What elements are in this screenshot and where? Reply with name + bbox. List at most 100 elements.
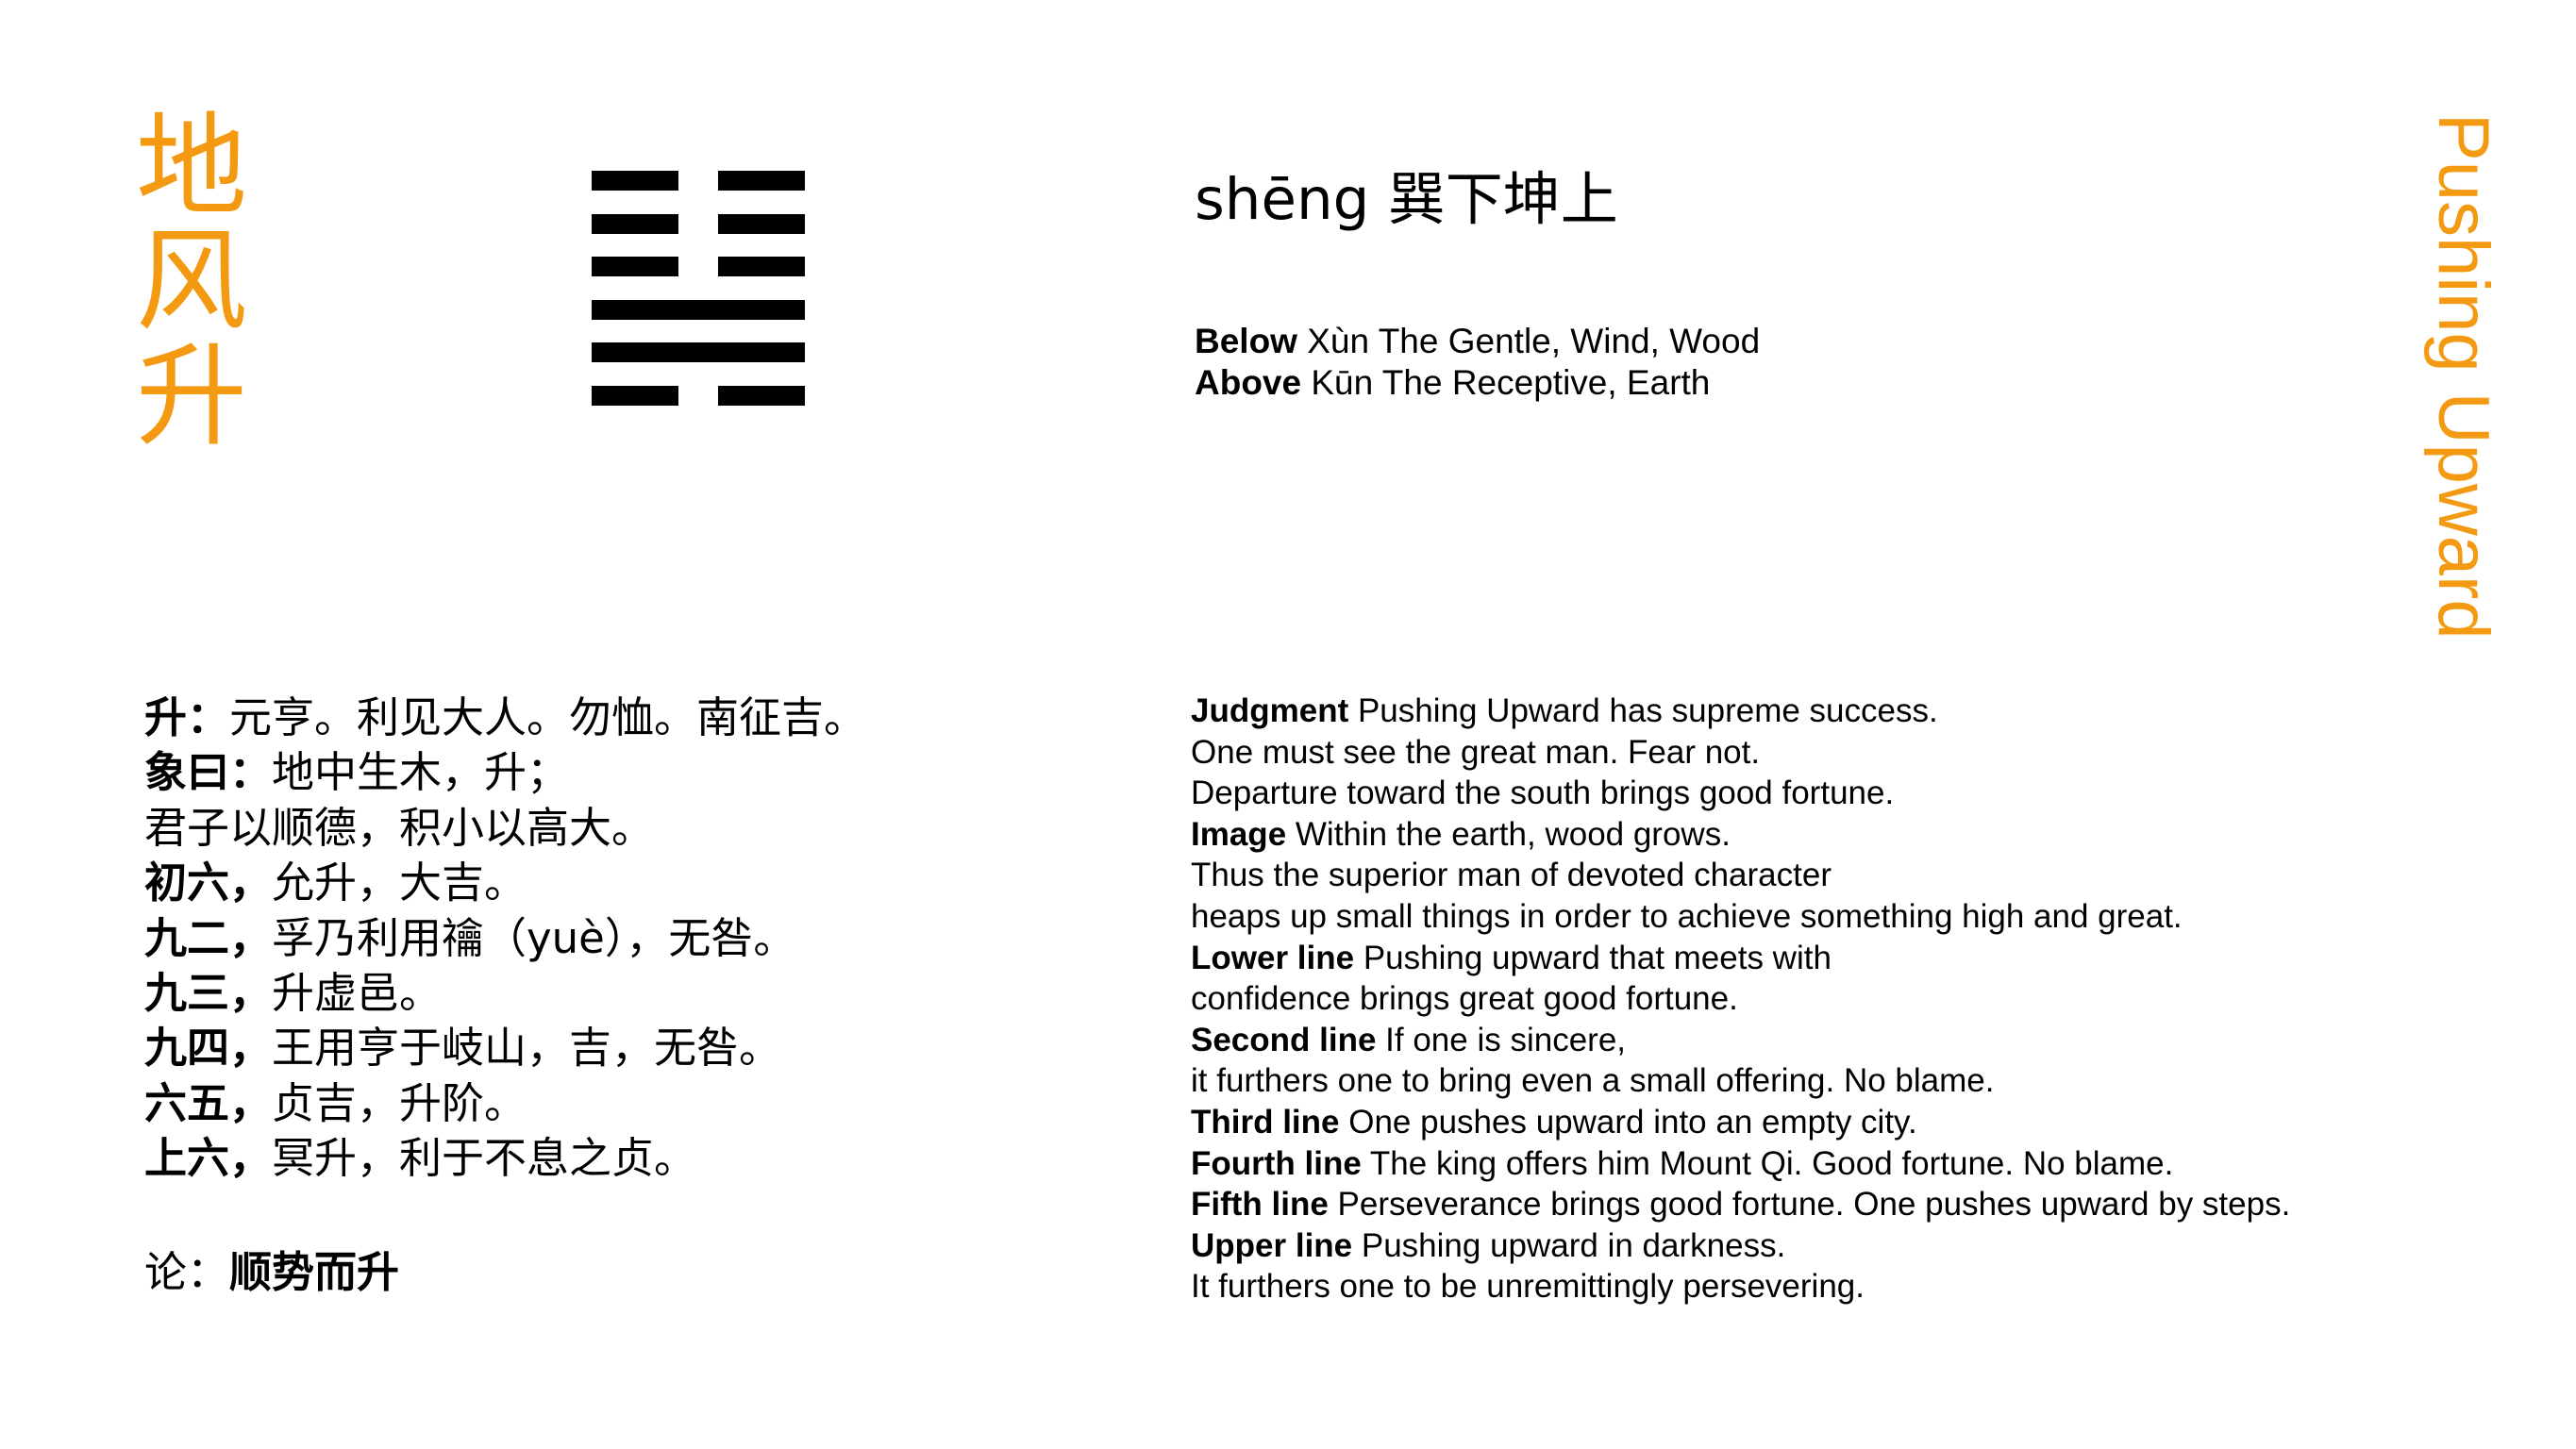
chinese-line-text: 允升，大吉。 [272, 858, 527, 908]
english-text-block: Judgment Pushing Upward has supreme succ… [1191, 691, 2531, 1307]
trigram-above-text: Kūn The Receptive, Earth [1311, 363, 1711, 402]
english-line-label: Upper line [1191, 1226, 1353, 1264]
english-line-label: Fourth line [1191, 1144, 1362, 1182]
english-line-text: One pushes upward into an empty city. [1339, 1103, 1917, 1141]
english-text-line: Upper line Pushing upward in darkness. [1191, 1225, 2531, 1267]
chinese-text-line: 上六，冥升，利于不息之贞。 [144, 1131, 1135, 1186]
english-text-line: Image Within the earth, wood grows. [1191, 814, 2531, 856]
chinese-line-label: 上六， [144, 1133, 273, 1184]
chinese-text-line: 初六，允升，大吉。 [144, 856, 1135, 910]
conclusion-text: 顺势而升 [229, 1247, 400, 1297]
english-text-line: Fourth line The king offers him Mount Qi… [1191, 1143, 2531, 1185]
english-text-line: Third line One pushes upward into an emp… [1191, 1102, 2531, 1143]
chinese-line-label: 九四， [144, 1023, 273, 1074]
english-line-text: Thus the superior man of devoted charact… [1191, 857, 1832, 894]
chinese-line-text: 君子以顺德，积小以高大。 [144, 802, 655, 853]
chinese-text-block: 升：元亨。利见大人。勿恤。南征吉。 象曰：地中生木，升； 君子以顺德，积小以高大。初… [144, 691, 1135, 1187]
hexagram-segment [592, 213, 678, 234]
chinese-line-text: 孚乃利用禴（yuè），无咎。 [272, 912, 796, 963]
hexagram-line-broken [592, 171, 805, 191]
english-line-label: Judgment [1191, 692, 1349, 729]
trigram-above-label: Above [1195, 363, 1302, 402]
english-text-line: One must see the great man. Fear not. [1191, 732, 2531, 774]
chinese-text-line: 六五，贞吉，升阶。 [144, 1076, 1135, 1131]
trigram-below-label: Below [1195, 322, 1297, 360]
chinese-text-line: 九三，升虚邑。 [144, 966, 1135, 1021]
chinese-title-char-2: 风 [135, 216, 247, 346]
hexagram-line-solid [592, 342, 805, 363]
english-line-label: Image [1191, 815, 1287, 853]
english-line-label: Lower line [1191, 939, 1355, 976]
chinese-line-text: 升虚邑。 [272, 967, 443, 1018]
chinese-line-label: 九二， [144, 912, 273, 963]
hexagram-symbol [592, 171, 805, 406]
english-line-label: Fifth line [1191, 1186, 1329, 1224]
conclusion-label: 论： [144, 1247, 230, 1297]
english-text-line: it furthers one to bring even a small of… [1191, 1060, 2531, 1102]
english-text-line: confidence brings great good fortune. [1191, 978, 2531, 1020]
chinese-title-char-1: 地 [135, 101, 247, 231]
hexagram-line-broken [592, 213, 805, 234]
chinese-line-text: 王用亨于岐山，吉，无咎。 [272, 1023, 782, 1074]
chinese-text-line: 九四，王用亨于岐山，吉，无咎。 [144, 1021, 1135, 1075]
english-line-text: The king offers him Mount Qi. Good fortu… [1361, 1144, 2174, 1182]
trigram-below: Below Xùn The Gentle, Wind, Wood [1195, 321, 1760, 362]
english-text-line: Thus the superior man of devoted charact… [1191, 855, 2531, 896]
trigram-below-text: Xùn The Gentle, Wind, Wood [1307, 322, 1761, 360]
chinese-line-label: 初六， [144, 858, 273, 908]
english-text-line: Fifth line Perseverance brings good fort… [1191, 1184, 2531, 1225]
english-line-text: Pushing upward in darkness. [1352, 1226, 1786, 1264]
conclusion: 论：顺势而升 [144, 1245, 399, 1300]
hexagram-segment [718, 386, 805, 406]
chinese-title: 地 风 升 [130, 108, 253, 454]
english-line-text: Pushing Upward has supreme success. [1348, 692, 1938, 729]
english-text-line: It furthers one to be unremittingly pers… [1191, 1266, 2531, 1307]
english-text-line: Departure toward the south brings good f… [1191, 773, 2531, 814]
hexagram-segment [592, 342, 805, 363]
hexagram-segment [718, 213, 805, 234]
hexagram-line-solid [592, 299, 805, 320]
english-line-text: Perseverance brings good fortune. One pu… [1328, 1186, 2291, 1224]
chinese-line-label: 六五， [144, 1077, 273, 1128]
pinyin: shēng [1195, 166, 1370, 233]
english-line-text: heaps up small things in order to achiev… [1191, 897, 2183, 935]
chinese-line-label: 九三， [144, 967, 273, 1018]
hexagram-line-broken [592, 386, 805, 406]
chinese-line-label: 象曰： [144, 747, 273, 798]
hexagram-line-broken [592, 257, 805, 277]
hexagram-header: shēng 巽下坤上 [1195, 162, 1618, 238]
chinese-line-text: 冥升，利于不息之贞。 [272, 1133, 697, 1184]
english-line-text: One must see the great man. Fear not. [1191, 733, 1761, 771]
english-line-text: it furthers one to bring even a small of… [1191, 1062, 1995, 1100]
english-line-label: Third line [1191, 1103, 1340, 1141]
english-text-line: heaps up small things in order to achiev… [1191, 896, 2531, 938]
chinese-text-line: 象曰：地中生木，升； [144, 745, 1135, 800]
chinese-line-label: 升： [144, 692, 230, 742]
chinese-text-line: 升：元亨。利见大人。勿恤。南征吉。 [144, 691, 1135, 745]
hexagram-segment [592, 171, 678, 191]
english-line-text: Pushing upward that meets with [1354, 939, 1832, 976]
english-title: Pushing Upward [2423, 113, 2503, 640]
trigram-name: 巽下坤上 [1387, 166, 1618, 233]
english-line-text: If one is sincere, [1376, 1021, 1627, 1058]
english-line-text: It furthers one to be unremittingly pers… [1191, 1268, 1865, 1306]
english-line-text: Within the earth, wood grows. [1286, 815, 1731, 853]
hexagram-segment [718, 171, 805, 191]
chinese-text-line: 君子以顺德，积小以高大。 [144, 801, 1135, 856]
hexagram-segment [592, 299, 805, 320]
english-text-line: Second line If one is sincere, [1191, 1020, 2531, 1061]
english-text-line: Judgment Pushing Upward has supreme succ… [1191, 691, 2531, 732]
chinese-line-text: 地中生木，升； [272, 747, 570, 798]
english-line-text: Departure toward the south brings good f… [1191, 774, 1895, 812]
english-line-text: confidence brings great good fortune. [1191, 980, 1738, 1018]
chinese-title-char-3: 升 [135, 331, 247, 461]
chinese-line-text: 贞吉，升阶。 [272, 1077, 527, 1128]
hexagram-segment [592, 257, 678, 277]
hexagram-segment [592, 386, 678, 406]
hexagram-segment [718, 257, 805, 277]
trigram-info: Below Xùn The Gentle, Wind, Wood Above K… [1195, 321, 1760, 404]
chinese-line-text: 元亨。利见大人。勿恤。南征吉。 [229, 692, 867, 742]
trigram-above: Above Kūn The Receptive, Earth [1195, 362, 1760, 404]
english-text-line: Lower line Pushing upward that meets wit… [1191, 938, 2531, 979]
english-line-label: Second line [1191, 1021, 1377, 1058]
